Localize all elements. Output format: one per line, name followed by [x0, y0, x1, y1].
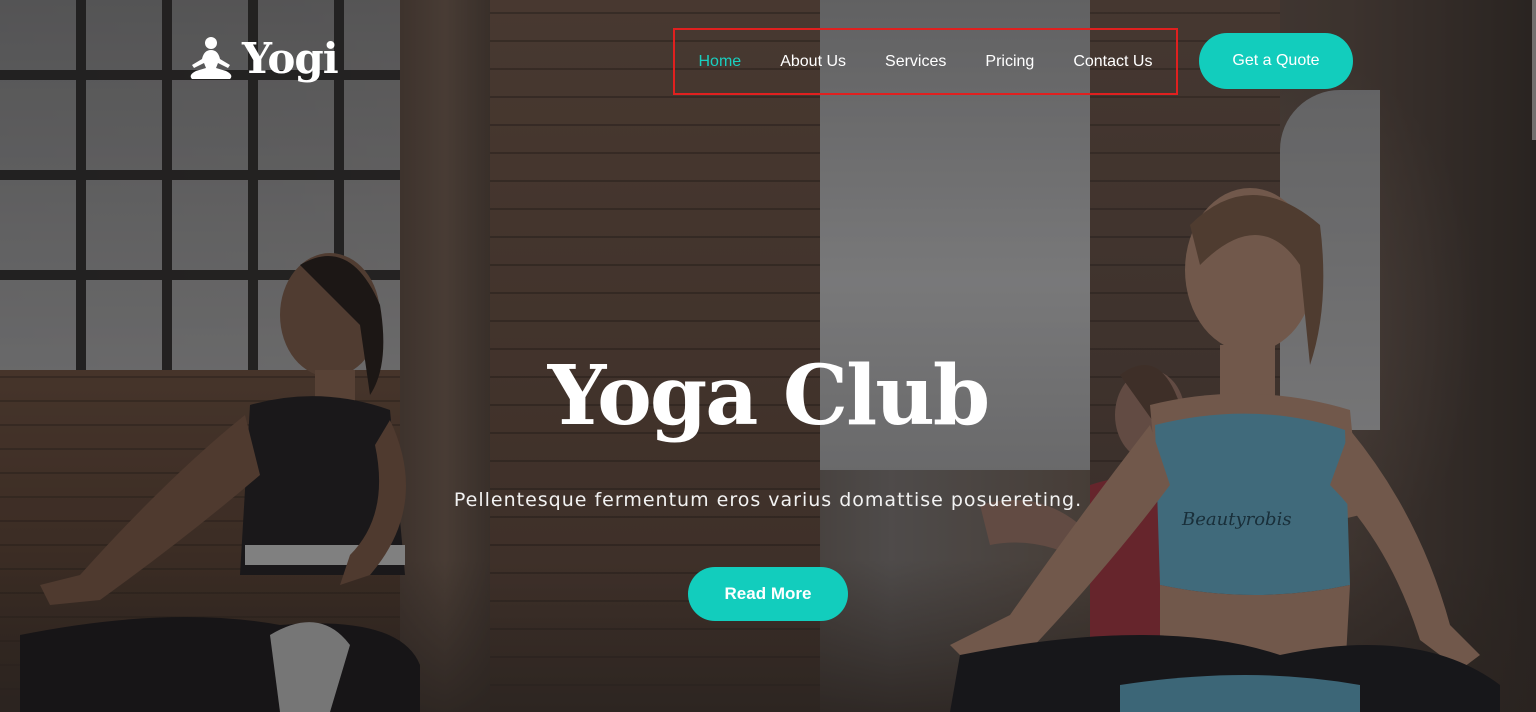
brand-logo[interactable]: Yogi — [186, 32, 339, 84]
read-more-button[interactable]: Read More — [688, 567, 848, 621]
nav-item-about-us[interactable]: About Us — [780, 53, 846, 71]
nav-item-home[interactable]: Home — [699, 53, 742, 71]
hero-section: Beautyrobis Yogi Home About Us Services … — [0, 0, 1536, 712]
scrollbar[interactable] — [1532, 0, 1536, 140]
brand-name: Yogi — [242, 33, 339, 83]
meditation-figure-icon — [190, 37, 232, 79]
nav-item-services[interactable]: Services — [885, 53, 946, 71]
nav-item-pricing[interactable]: Pricing — [985, 53, 1034, 71]
hero-subtitle: Pellentesque fermentum eros varius domat… — [453, 489, 1083, 511]
get-a-quote-button[interactable]: Get a Quote — [1199, 33, 1353, 89]
nav-item-contact-us[interactable]: Contact Us — [1073, 53, 1152, 71]
main-navigation: Home About Us Services Pricing Contact U… — [673, 28, 1178, 95]
hero-title: Yoga Club — [547, 348, 991, 444]
